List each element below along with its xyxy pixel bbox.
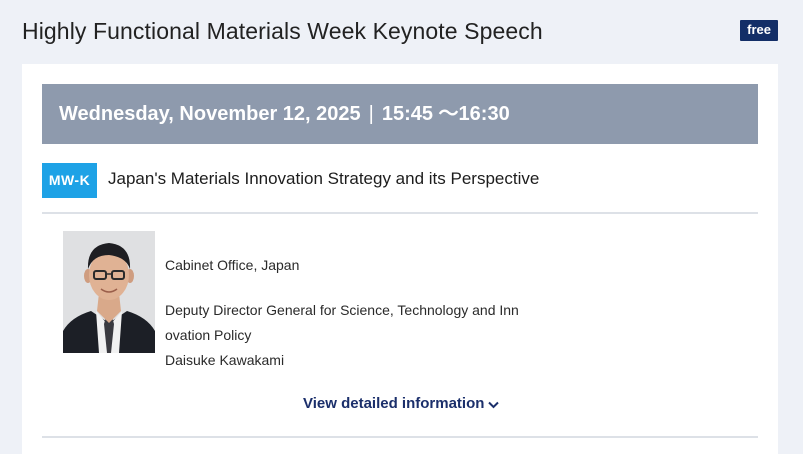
session-card: Wednesday, November 12, 2025 | 15:45 〜16:3…	[22, 64, 778, 454]
detail-link-label: View detailed information	[303, 395, 485, 412]
view-detailed-information-link[interactable]: View detailed information	[303, 395, 500, 413]
page-title: Highly Functional Materials Week Keynote…	[22, 18, 543, 44]
session-time: 15:45 〜16:30	[381, 103, 510, 125]
page-header: Highly Functional Materials Week Keynote…	[22, 16, 778, 50]
card-bottom-divider	[42, 436, 758, 438]
date-time-separator: |	[368, 103, 374, 125]
speaker-position: Deputy Director General for Science, Tec…	[165, 302, 519, 343]
session-heading: MW-K Japan's Materials Innovation Strate…	[42, 163, 758, 199]
session-title: Japan's Materials Innovation Strategy an…	[108, 169, 540, 188]
speaker-portrait-image	[63, 231, 155, 353]
speaker-name: Daisuke Kawakami	[165, 352, 285, 368]
chevron-down-icon	[488, 396, 500, 413]
divider	[42, 212, 758, 214]
session-code-badge: MW-K	[42, 163, 97, 198]
speaker-info: Cabinet Office, Japan Deputy Director Ge…	[165, 253, 525, 373]
speaker-photo	[63, 231, 155, 353]
date-time-bar: Wednesday, November 12, 2025 | 15:45 〜16:3…	[42, 84, 758, 144]
session-date: Wednesday, November 12, 2025	[59, 103, 361, 125]
speaker-block: Cabinet Office, Japan Deputy Director Ge…	[63, 231, 723, 371]
free-badge: free	[740, 20, 778, 41]
speaker-organization: Cabinet Office, Japan	[165, 257, 300, 273]
